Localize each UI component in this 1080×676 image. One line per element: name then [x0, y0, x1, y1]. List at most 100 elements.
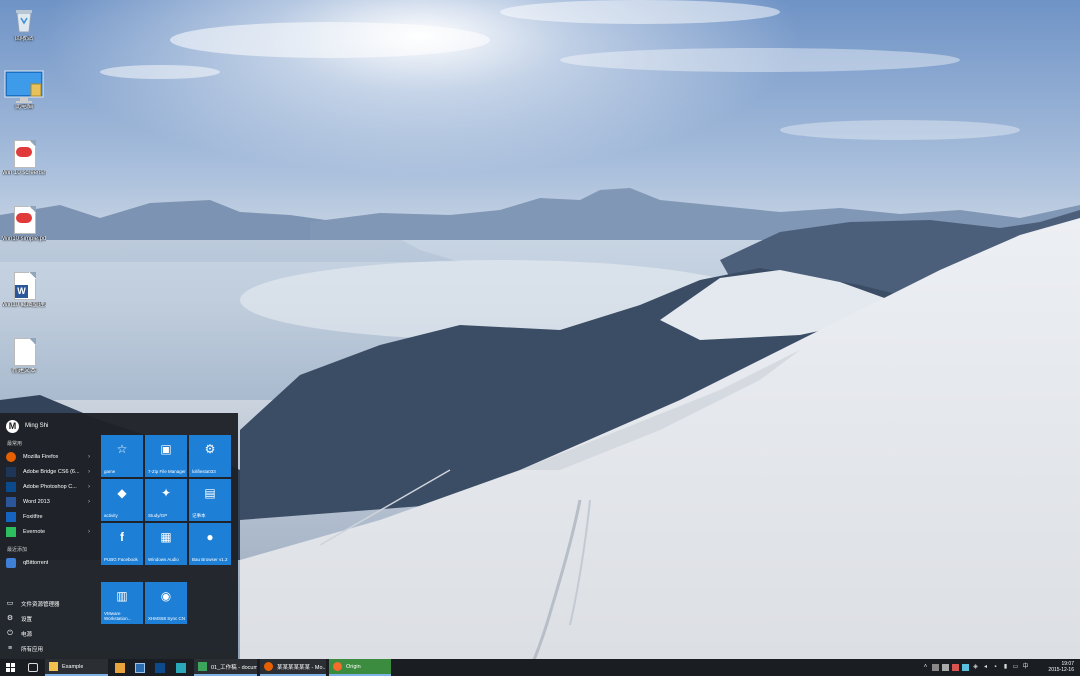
tile-label: PUBG Facebook: [104, 557, 138, 562]
app-label: Adobe Bridge CS6 (6...: [23, 468, 80, 475]
start-app-qbittorrent[interactable]: qBittorrent: [6, 556, 92, 569]
tray-app-icon[interactable]: [952, 664, 959, 671]
tile-label: Windows Audio: [148, 557, 179, 562]
tile-settings-app[interactable]: ⚙ lolifiesta033: [189, 435, 231, 477]
pinned-app-icon[interactable]: [115, 663, 125, 673]
avatar: M: [6, 419, 19, 433]
tile-label: 记事本: [192, 513, 206, 518]
chevron-right-icon[interactable]: ›: [88, 529, 90, 535]
volume-icon[interactable]: ◂: [982, 664, 989, 671]
tile-label: VMware Workstation...: [104, 611, 132, 621]
desktop-icon-label: 新建文本: [11, 368, 36, 374]
system-item-label: 电源: [21, 632, 33, 638]
task-view-button[interactable]: [24, 659, 40, 676]
clock[interactable]: 19:07 2015-12-16: [1048, 661, 1074, 673]
chevron-up-icon[interactable]: ˄: [922, 664, 929, 671]
tile-vmware[interactable]: ▥ VMware Workstation...: [101, 582, 143, 624]
pdf-file-icon: [8, 204, 40, 236]
user-account[interactable]: M Ming Shi: [6, 419, 48, 433]
start-file-explorer[interactable]: ▭ 文件资源管理器: [6, 598, 92, 610]
desktop-icon-label: 回收站: [14, 36, 33, 42]
desktop-icon-pdf-1[interactable]: Win 10 screensh...: [2, 138, 46, 177]
desktop-icon-word-doc[interactable]: W Win10 截图整理.docx: [2, 270, 46, 309]
chevron-right-icon[interactable]: ›: [88, 484, 90, 490]
system-item-label: 设置: [21, 617, 33, 623]
taskbar-app-origin[interactable]: Origin: [329, 659, 391, 676]
vmware-icon: ▥: [116, 589, 128, 603]
tile-label: Study/GP: [148, 513, 168, 518]
tile-activity[interactable]: ◆ activity: [101, 479, 143, 521]
taskbar-app-document[interactable]: 01_工作稿 - docum...: [194, 659, 257, 676]
desktop-icon-label: Win10 simple.pdf: [2, 236, 46, 242]
start-app-adobe-bridge[interactable]: Adobe Bridge CS6 (6... ›: [6, 465, 92, 478]
taskbar-app-explorer[interactable]: Example: [45, 659, 108, 676]
sync-icon: ◉: [160, 589, 172, 603]
list-icon: ≡: [7, 645, 13, 652]
chevron-right-icon[interactable]: ›: [88, 454, 90, 460]
start-app-photoshop[interactable]: Adobe Photoshop C... ›: [6, 480, 92, 493]
computer-icon: [4, 70, 44, 104]
tray-app-icon[interactable]: [962, 664, 969, 671]
tray-app-icon[interactable]: ▪: [992, 664, 999, 671]
foxit-icon: [6, 511, 16, 522]
gear-icon: ⚙: [204, 442, 216, 456]
app-label: Mozilla Firefox: [23, 453, 59, 460]
puzzle-icon: ✦: [160, 486, 172, 500]
battery-icon[interactable]: ▮: [1002, 664, 1009, 671]
tray-app-icon[interactable]: [932, 664, 939, 671]
word-icon: [6, 496, 16, 507]
start-button[interactable]: [3, 659, 19, 676]
tile-label: game: [104, 469, 116, 474]
start-app-evernote[interactable]: Evernote ›: [6, 525, 92, 538]
pinned-app-icon[interactable]: [135, 663, 145, 673]
archive-icon: ▣: [160, 442, 172, 456]
tile-notepad[interactable]: ▤ 记事本: [189, 479, 231, 521]
tile-study[interactable]: ✦ Study/GP: [145, 479, 187, 521]
document-icon: [198, 662, 207, 671]
start-menu-left-pane: M Ming Shi 最常用 Mozilla Firefox › Adobe B…: [0, 413, 96, 659]
folder-icon: ▭: [6, 600, 14, 607]
adobe-bridge-icon: [6, 466, 16, 477]
circle-icon: ●: [206, 530, 214, 544]
system-tray: ˄ ◈ ◂ ▪ ▮ ▭ 中 19:07 2015-12-16: [920, 659, 1080, 676]
penguin-icon: ◆: [117, 486, 127, 500]
start-power[interactable]: ⏻ 电源: [6, 628, 92, 640]
tile-7zip[interactable]: ▣ 7-Zip File Manager: [145, 435, 187, 477]
desktop-icon-this-pc[interactable]: 此电脑: [2, 70, 46, 111]
tray-app-icon[interactable]: [942, 664, 949, 671]
word-file-icon: W: [8, 270, 40, 302]
tile-game[interactable]: ☆ game: [101, 435, 143, 477]
network-icon[interactable]: ◈: [972, 664, 979, 671]
chevron-right-icon[interactable]: ›: [88, 469, 90, 475]
desktop-icon-label: 此电脑: [14, 104, 33, 110]
taskbar-app-label: 某某某某某某 - Mo...: [277, 664, 326, 671]
tile-sync[interactable]: ◉ XHMS58 Sync CN: [145, 582, 187, 624]
start-app-word[interactable]: Word 2013 ›: [6, 495, 92, 508]
start-all-apps[interactable]: ≡ 所有应用: [6, 643, 92, 655]
app-label: Word 2013: [23, 498, 50, 505]
start-settings[interactable]: ⚙ 设置: [6, 613, 92, 625]
start-app-firefox[interactable]: Mozilla Firefox ›: [6, 450, 92, 463]
desktop-icon-text-file[interactable]: 新建文本: [2, 336, 46, 375]
tile-label: lolifiesta033: [192, 469, 216, 474]
keyboard-icon[interactable]: ▭: [1012, 664, 1019, 671]
tile-label: XHMS58 Sync CN: [148, 616, 186, 621]
desktop-icon-recycle-bin[interactable]: 回收站: [2, 4, 46, 43]
taskbar-app-firefox[interactable]: 某某某某某某 - Mo...: [260, 659, 326, 676]
desktop-icon-label: Win 10 screensh...: [2, 170, 46, 176]
tile-label: 7-Zip File Manager: [148, 469, 186, 474]
tile-browser[interactable]: ● Bau Browser v1.2: [189, 523, 231, 565]
photoshop-icon[interactable]: [155, 663, 165, 673]
tile-windows-audio[interactable]: ▦ Windows Audio: [145, 523, 187, 565]
desktop-icon-label: Win10 截图整理.docx: [2, 302, 46, 308]
tile-facebook[interactable]: f PUBG Facebook: [101, 523, 143, 565]
tile-label: activity: [104, 513, 118, 518]
ime-icon[interactable]: 中: [1022, 664, 1029, 671]
start-app-foxitfire[interactable]: Foxitfire: [6, 510, 92, 523]
start-menu: M Ming Shi 最常用 Mozilla Firefox › Adobe B…: [0, 413, 238, 659]
pinned-app-icon[interactable]: [176, 663, 186, 673]
system-item-label: 所有应用: [21, 647, 44, 653]
chevron-right-icon[interactable]: ›: [88, 499, 90, 505]
taskbar-app-label: Origin: [346, 663, 361, 670]
desktop-icon-pdf-2[interactable]: Win10 simple.pdf: [2, 204, 46, 243]
